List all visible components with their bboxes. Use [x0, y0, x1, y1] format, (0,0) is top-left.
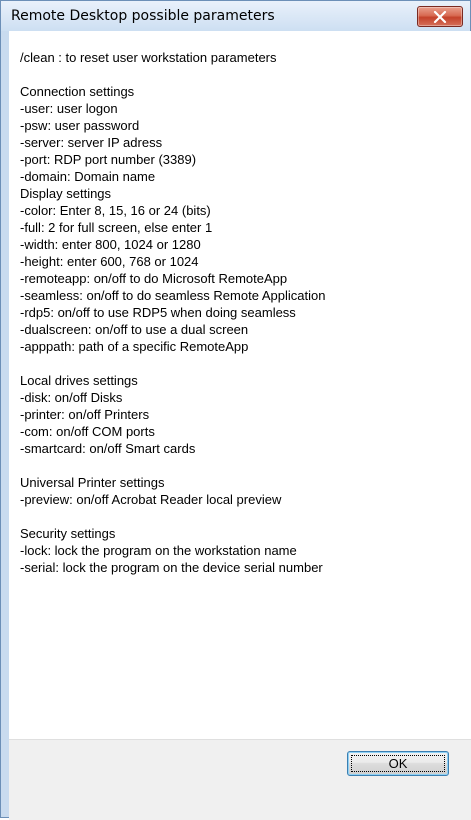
text-line: Display settings: [20, 186, 112, 201]
text-line: -seamless: on/off to do seamless Remote …: [20, 288, 326, 303]
parameters-text: /clean : to reset user workstation param…: [20, 49, 470, 576]
text-line: -preview: on/off Acrobat Reader local pr…: [20, 492, 282, 507]
text-line: -height: enter 600, 768 or 1024: [20, 254, 199, 269]
text-line: -com: on/off COM ports: [20, 424, 155, 439]
title-bar[interactable]: Remote Desktop possible parameters: [1, 1, 470, 31]
text-line: -psw: user password: [20, 118, 140, 133]
text-line: -rdp5: on/off to use RDP5 when doing sea…: [20, 305, 296, 320]
text-line: Local drives settings: [20, 373, 138, 388]
text-line: -dualscreen: on/off to use a dual screen: [20, 322, 249, 337]
text-line: -domain: Domain name: [20, 169, 156, 184]
text-line: -port: RDP port number (3389): [20, 152, 197, 167]
text-line: -color: Enter 8, 15, 16 or 24 (bits): [20, 203, 211, 218]
text-line: -printer: on/off Printers: [20, 407, 150, 422]
button-footer: OK: [9, 739, 471, 820]
text-line: -server: server IP adress: [20, 135, 163, 150]
text-line: -smartcard: on/off Smart cards: [20, 441, 196, 456]
text-line: -user: user logon: [20, 101, 118, 116]
text-line: -full: 2 for full screen, else enter 1: [20, 220, 213, 235]
text-line: -apppath: path of a specific RemoteApp: [20, 339, 249, 354]
text-line: -serial: lock the program on the device …: [20, 560, 323, 575]
close-x-icon: [433, 10, 447, 23]
window-title: Remote Desktop possible parameters: [11, 8, 275, 24]
text-line: Universal Printer settings: [20, 475, 165, 490]
ok-button-label: OK: [388, 756, 408, 771]
text-line: /clean : to reset user workstation param…: [20, 50, 277, 65]
text-line: -lock: lock the program on the workstati…: [20, 543, 297, 558]
text-line: -remoteapp: on/off to do Microsoft Remot…: [20, 271, 288, 286]
text-line: -width: enter 800, 1024 or 1280: [20, 237, 201, 252]
dialog-window: Remote Desktop possible parameters /clea…: [0, 0, 471, 820]
text-line: -disk: on/off Disks: [20, 390, 123, 405]
ok-button[interactable]: OK: [347, 751, 449, 776]
text-line: Security settings: [20, 526, 116, 541]
close-button[interactable]: [417, 6, 463, 27]
text-line: Connection settings: [20, 84, 135, 99]
